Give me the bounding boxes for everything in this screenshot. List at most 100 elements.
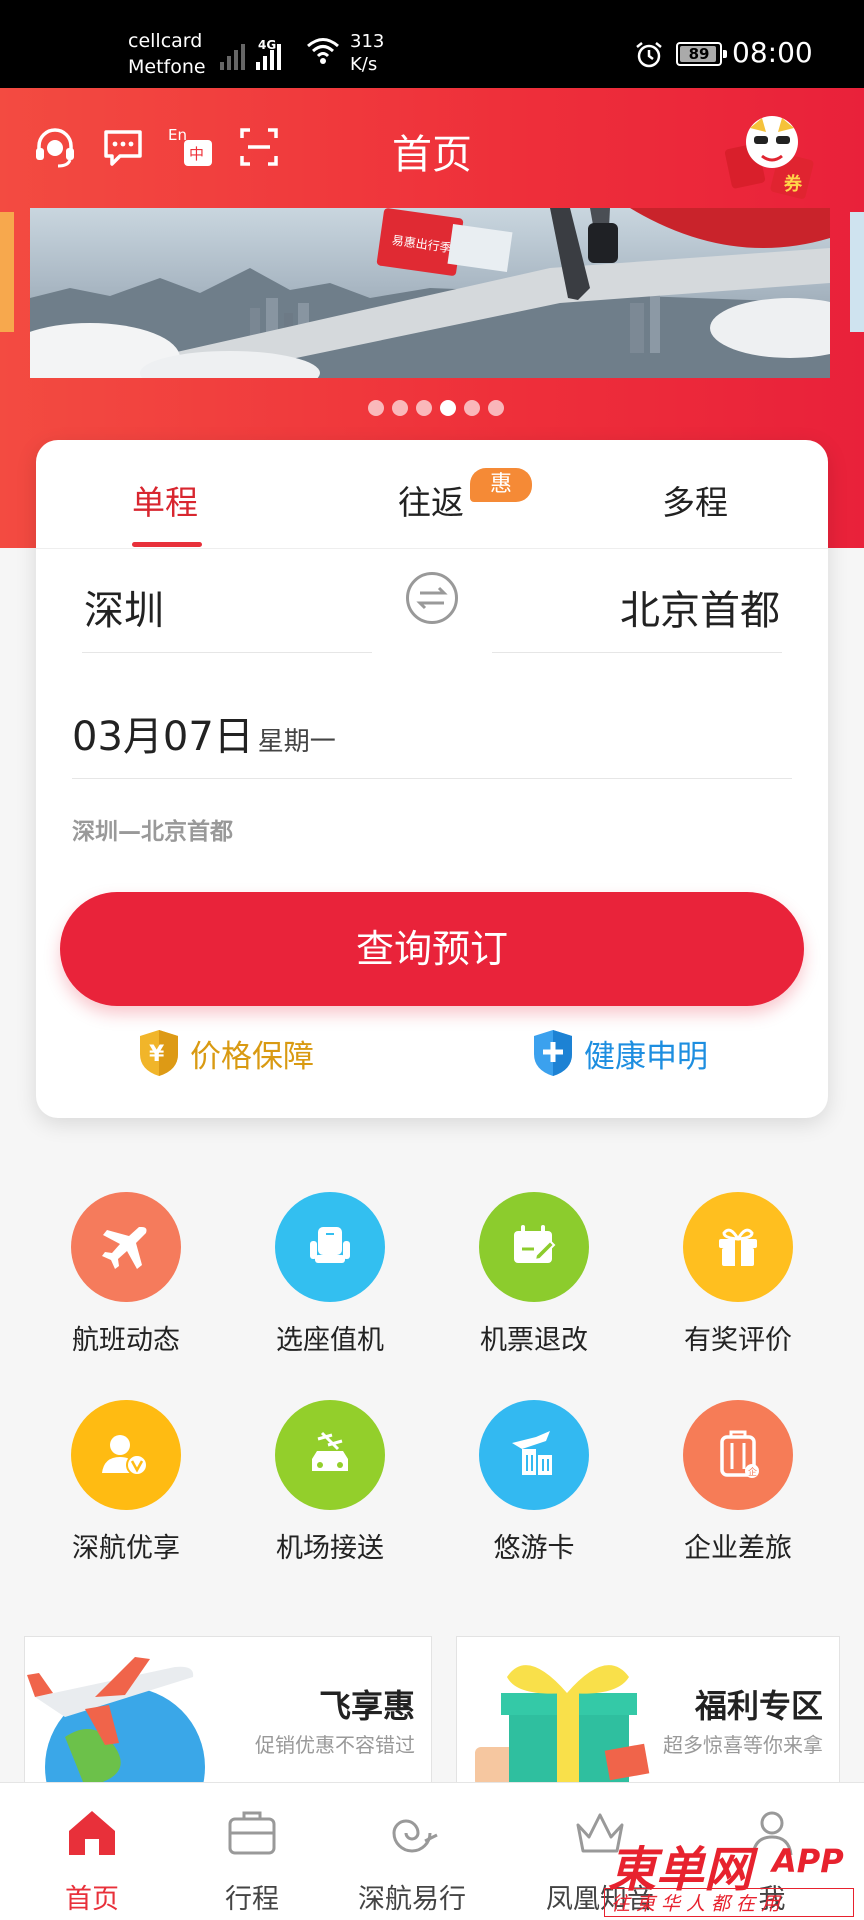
service-label: 企业差旅 [684, 1533, 792, 1564]
airplane-globe-icon [27, 1657, 205, 1785]
luggage-icon: 企 [720, 1430, 759, 1478]
departure-date[interactable]: 03月07日 星期一 [72, 704, 336, 762]
service-label: 悠游卡 [493, 1533, 575, 1564]
nav-trips[interactable]: 行程 [172, 1807, 332, 1916]
recent-route[interactable]: 深圳—北京首都 [72, 812, 233, 846]
travel-card-circle [479, 1400, 589, 1510]
seat-checkin-circle [275, 1192, 385, 1302]
promo-subtitle: 超多惊喜等你来拿 [663, 1733, 823, 1757]
service-flight-status[interactable]: 航班动态 [36, 1192, 216, 1357]
watermark-slogan: 往東华人都在用 [604, 1888, 854, 1917]
promo-card-welfare[interactable]: 福利专区 超多惊喜等你来拿 [456, 1636, 840, 1786]
promo-title: 福利专区 [694, 1687, 823, 1725]
seat-icon [310, 1227, 350, 1263]
headset-icon[interactable] [32, 124, 78, 170]
service-airport-transfer[interactable]: 机场接送 [240, 1400, 420, 1565]
swap-icon [416, 586, 448, 610]
promo-title: 飞享惠 [318, 1687, 415, 1725]
wifi-icon [307, 38, 339, 64]
svg-text:企: 企 [748, 1466, 757, 1478]
nav-label: 深航易行 [358, 1884, 466, 1915]
service-label: 选座值机 [276, 1325, 384, 1356]
divider [492, 652, 782, 653]
service-label: 深航优享 [72, 1533, 180, 1564]
banner-prev-peek[interactable] [0, 212, 14, 332]
flight-status-circle [71, 1192, 181, 1302]
network-type: 4G [258, 38, 277, 52]
home-icon [69, 1811, 115, 1855]
health-declaration-link[interactable]: 健康申明 [532, 1028, 708, 1078]
banner-pagination [368, 400, 504, 416]
nav-label: 行程 [225, 1884, 279, 1915]
date-value: 03月07日 [72, 714, 254, 760]
clock: 08:00 [732, 36, 813, 69]
service-label: 机场接送 [276, 1533, 384, 1564]
calendar-edit-icon [514, 1225, 556, 1263]
service-ticket-change[interactable]: 机票退改 [444, 1192, 624, 1357]
service-review-reward[interactable]: 有奖评价 [648, 1192, 828, 1357]
price-guarantee-link[interactable]: ¥ 价格保障 [138, 1028, 314, 1078]
network-speed: 313 K/s [350, 31, 385, 75]
gift-icon [719, 1228, 757, 1266]
plane-icon [102, 1227, 147, 1269]
service-travel-card[interactable]: 悠游卡 [444, 1400, 624, 1565]
coupon-mascot-icon[interactable]: 券 [722, 106, 822, 200]
arrival-city[interactable]: 北京首都 [620, 578, 780, 636]
briefcase-icon [228, 1811, 276, 1855]
banner-image: 易惠出行季 [30, 208, 830, 378]
building-icon [512, 1431, 552, 1475]
price-guarantee-label: 价格保障 [190, 1038, 314, 1075]
service-vip-benefits[interactable]: 深航优享 [36, 1400, 216, 1565]
tab-active-indicator [132, 542, 202, 547]
scan-icon[interactable] [236, 124, 282, 170]
airport-transfer-circle [275, 1400, 385, 1510]
service-label: 机票退改 [480, 1325, 588, 1356]
svg-text:En: En [168, 126, 187, 144]
watermark: 東单网 APP 往東华人都在用 [604, 1830, 864, 1920]
search-booking-button[interactable]: 查询预订 [60, 892, 804, 1006]
service-seat-checkin[interactable]: 选座值机 [240, 1192, 420, 1357]
tab-divider [36, 548, 828, 549]
language-icon[interactable]: En 中 [168, 124, 214, 170]
promo-subtitle: 促销优惠不容错过 [255, 1733, 415, 1757]
page-dot[interactable] [488, 400, 504, 416]
status-bar: cellcard Metfone 4G 313 K/s 89 08:00 [0, 0, 864, 88]
promo-card-flight-deals[interactable]: 飞享惠 促销优惠不容错过 [24, 1636, 432, 1786]
vip-benefits-circle [71, 1400, 181, 1510]
swap-cities-button[interactable] [406, 572, 458, 624]
tab-one-way[interactable]: 单程 [132, 476, 198, 524]
yen-shield-icon: ¥ [140, 1030, 178, 1076]
page-dot[interactable] [464, 400, 480, 416]
health-declaration-label: 健康申明 [584, 1038, 708, 1075]
divider [82, 652, 372, 653]
banner-next-peek[interactable] [850, 212, 864, 332]
page-dot[interactable] [368, 400, 384, 416]
ticket-change-circle [479, 1192, 589, 1302]
health-shield-icon [534, 1030, 572, 1076]
service-label: 有奖评价 [684, 1325, 792, 1356]
page-dot-active[interactable] [440, 400, 456, 416]
car-icon [312, 1431, 348, 1471]
svg-text:券: 券 [783, 173, 803, 195]
page-dot[interactable] [392, 400, 408, 416]
departure-city[interactable]: 深圳 [84, 578, 164, 636]
carrier-label: cellcard Metfone [128, 30, 206, 78]
tab-multi-city[interactable]: 多程 [662, 476, 728, 524]
booking-card: 单程 往返 惠 多程 深圳 北京首都 03月07日 星期一 深圳—北京首都 查询预… [36, 440, 828, 1118]
watermark-app: APP [772, 1842, 844, 1880]
alarm-icon [636, 42, 662, 68]
nav-home[interactable]: 首页 [12, 1807, 172, 1916]
service-business-travel[interactable]: 企 企业差旅 [648, 1400, 828, 1565]
svg-text:中: 中 [189, 145, 204, 163]
page-dot[interactable] [416, 400, 432, 416]
nav-label: 首页 [65, 1884, 119, 1915]
service-label: 航班动态 [72, 1325, 180, 1356]
promo-banner[interactable]: 易惠出行季 [30, 208, 830, 378]
tab-round-trip[interactable]: 往返 [398, 476, 464, 524]
business-travel-circle: 企 [683, 1400, 793, 1510]
divider [72, 778, 792, 779]
message-icon[interactable] [100, 124, 146, 170]
nav-easy-travel[interactable]: 深航易行 [332, 1807, 492, 1916]
discount-badge: 惠 [470, 468, 532, 502]
review-reward-circle [683, 1192, 793, 1302]
